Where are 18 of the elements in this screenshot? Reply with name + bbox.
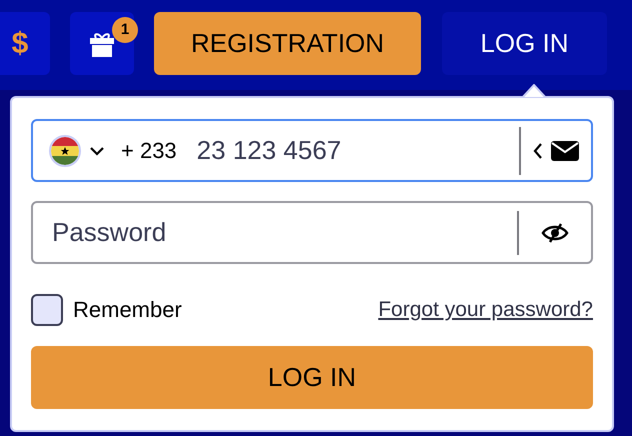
login-submit-button[interactable]: LOG IN (31, 346, 593, 409)
password-input[interactable]: Password (52, 213, 517, 252)
password-field[interactable]: Password (31, 201, 593, 264)
chevron-left-icon[interactable] (533, 142, 543, 160)
country-code: + 233 (121, 137, 177, 165)
login-button[interactable]: LOG IN (442, 12, 607, 75)
forgot-password-link[interactable]: Forgot your password? (378, 294, 593, 326)
mail-icon[interactable] (551, 140, 579, 160)
registration-button[interactable]: REGISTRATION (154, 12, 421, 75)
currency-button[interactable]: $ (0, 12, 50, 75)
chevron-down-icon[interactable] (89, 146, 105, 156)
phone-field[interactable]: + 233 23 123 4567 (31, 119, 593, 182)
phone-input[interactable]: 23 123 4567 (196, 131, 519, 170)
notification-badge: 1 (112, 17, 138, 43)
eye-slash-icon[interactable] (541, 222, 569, 242)
remember-checkbox[interactable] (31, 294, 63, 326)
flag-icon (49, 134, 81, 166)
remember-label: Remember (73, 296, 182, 324)
